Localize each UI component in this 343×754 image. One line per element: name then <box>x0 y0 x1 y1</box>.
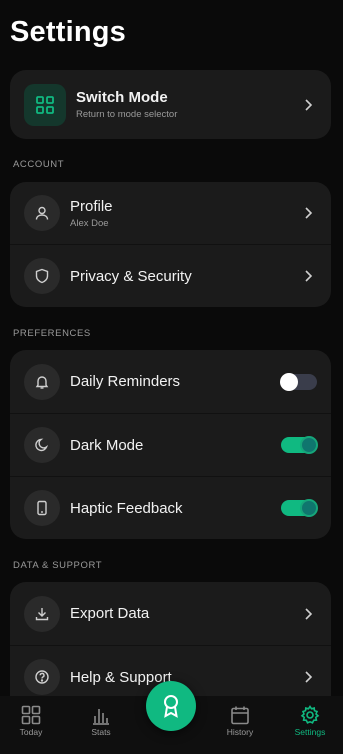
page-title: Settings <box>10 16 126 48</box>
award-icon <box>164 695 178 718</box>
section-label-account: ACCOUNT <box>13 159 65 170</box>
preferences-card: Daily Reminders Dark Mode Haptic Feedbac… <box>10 350 331 539</box>
switch-mode-label: Switch Mode <box>76 89 168 106</box>
download-icon <box>24 595 60 632</box>
chevron-right-icon <box>305 671 313 683</box>
dark-mode-toggle[interactable] <box>281 436 318 454</box>
nav-history-label: History <box>226 727 254 737</box>
chevron-right-icon <box>305 270 313 282</box>
profile-name: Alex Doe <box>70 217 109 229</box>
grid-icon <box>24 83 66 126</box>
dark-mode-label: Dark Mode <box>70 436 144 454</box>
haptic-feedback-label: Haptic Feedback <box>70 499 183 517</box>
nav-today-label: Today <box>19 727 43 737</box>
bell-icon <box>24 363 60 400</box>
nav-today[interactable]: Today <box>6 704 56 737</box>
help-support-label: Help & Support <box>70 668 172 686</box>
achievement-fab-button[interactable] <box>146 681 196 731</box>
section-label-data-support: DATA & SUPPORT <box>13 560 103 571</box>
switch-mode-card[interactable]: Switch Mode Return to mode selector <box>10 70 331 139</box>
user-icon <box>24 195 60 231</box>
export-data-row[interactable]: Export Data <box>10 582 331 645</box>
nav-history[interactable]: History <box>215 704 265 737</box>
grid-icon <box>21 705 41 725</box>
profile-row[interactable]: Profile Alex Doe <box>10 182 331 244</box>
bar-chart-icon <box>93 709 109 725</box>
chevron-right-icon <box>305 207 313 219</box>
haptic-feedback-row: Haptic Feedback <box>10 476 331 539</box>
account-card: Profile Alex Doe Privacy & Security <box>10 182 331 307</box>
profile-label: Profile <box>70 197 113 215</box>
nav-stats-label: Stats <box>91 727 111 737</box>
nav-stats[interactable]: Stats <box>76 704 126 737</box>
chevron-right-icon <box>305 98 313 111</box>
data-support-card: Export Data Help & Support <box>10 582 331 696</box>
switch-mode-subtitle: Return to mode selector <box>76 109 178 120</box>
gear-icon <box>300 705 320 724</box>
section-label-preferences: PREFERENCES <box>13 328 91 339</box>
dark-mode-row: Dark Mode <box>10 413 331 476</box>
nav-settings-label: Settings <box>294 727 326 737</box>
phone-icon <box>24 490 60 526</box>
privacy-security-label: Privacy & Security <box>70 267 192 285</box>
switch-mode-row[interactable]: Switch Mode Return to mode selector <box>10 70 331 139</box>
moon-icon <box>24 427 60 463</box>
nav-settings[interactable]: Settings <box>285 704 335 737</box>
haptic-feedback-toggle[interactable] <box>281 499 318 517</box>
daily-reminders-row: Daily Reminders <box>10 350 331 413</box>
shield-icon <box>24 258 60 294</box>
export-data-label: Export Data <box>70 605 150 622</box>
privacy-security-row[interactable]: Privacy & Security <box>10 244 331 307</box>
calendar-icon <box>231 706 249 725</box>
daily-reminders-toggle[interactable] <box>280 372 317 391</box>
help-icon <box>24 659 60 695</box>
chevron-right-icon <box>305 607 313 620</box>
